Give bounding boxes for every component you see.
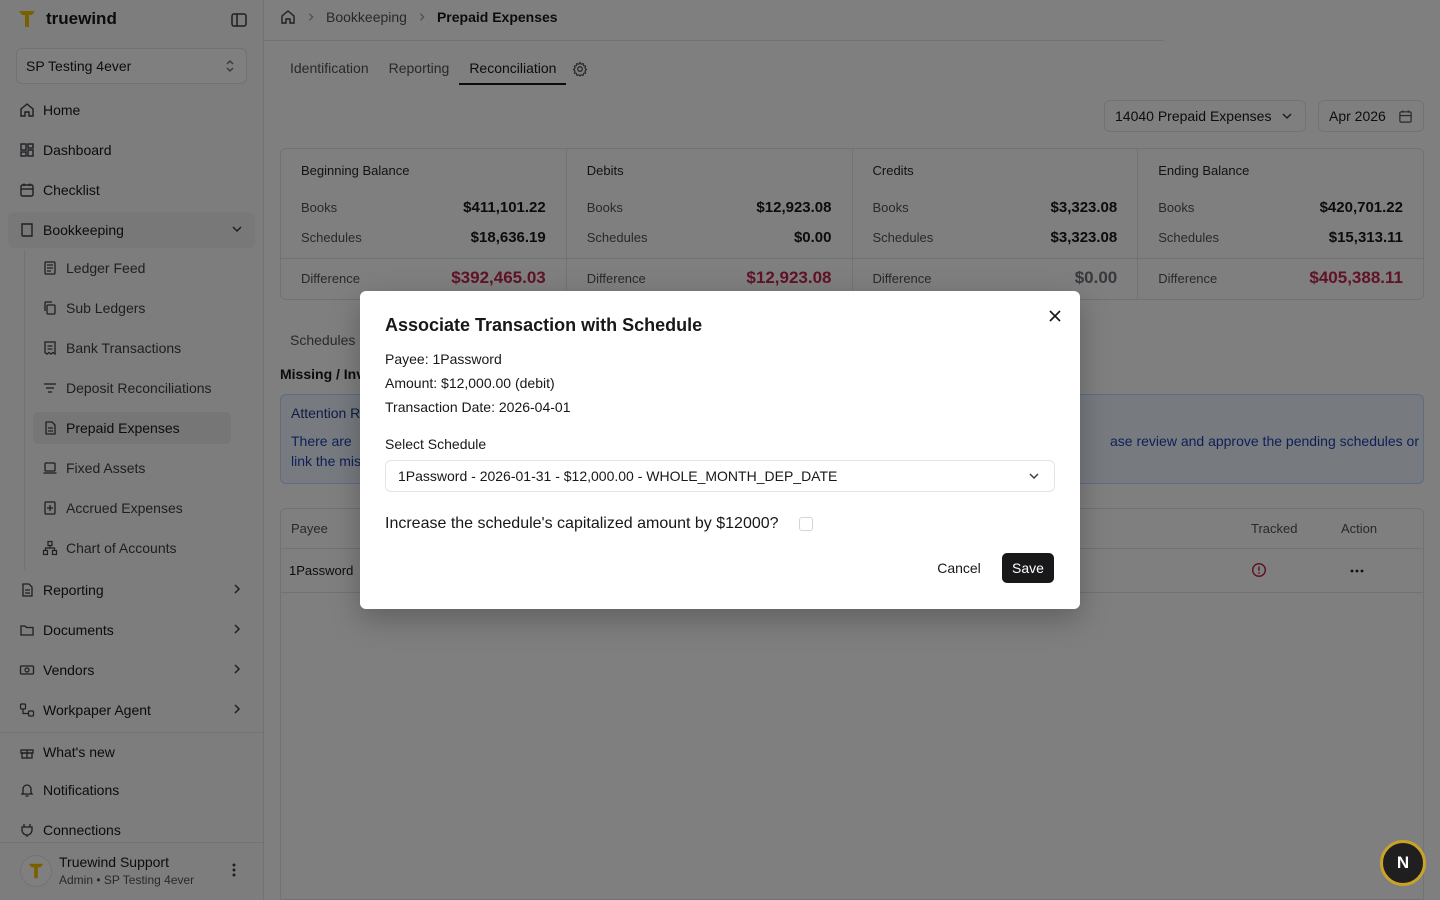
save-button[interactable]: Save: [1002, 553, 1054, 583]
chevron-down-icon: [1029, 473, 1039, 480]
schedule-select-value: 1Password - 2026-01-31 - $12,000.00 - WH…: [398, 468, 838, 484]
assistant-button[interactable]: N: [1380, 840, 1426, 886]
increase-amount-label: Increase the schedule's capitalized amou…: [385, 515, 779, 532]
transaction-date-info: Transaction Date: 2026-04-01: [385, 399, 571, 415]
schedule-select[interactable]: 1Password - 2026-01-31 - $12,000.00 - WH…: [385, 460, 1055, 492]
payee-info: Payee: 1Password: [385, 351, 502, 367]
select-schedule-label: Select Schedule: [385, 436, 487, 452]
dialog-title: Associate Transaction with Schedule: [385, 315, 703, 335]
cancel-button[interactable]: Cancel: [927, 553, 991, 583]
amount-info: Amount: $12,000.00 (debit): [385, 375, 555, 391]
associate-transaction-dialog: Associate Transaction with Schedule Paye…: [360, 291, 1080, 609]
close-icon[interactable]: [1048, 309, 1062, 323]
increase-amount-checkbox[interactable]: [799, 517, 813, 531]
